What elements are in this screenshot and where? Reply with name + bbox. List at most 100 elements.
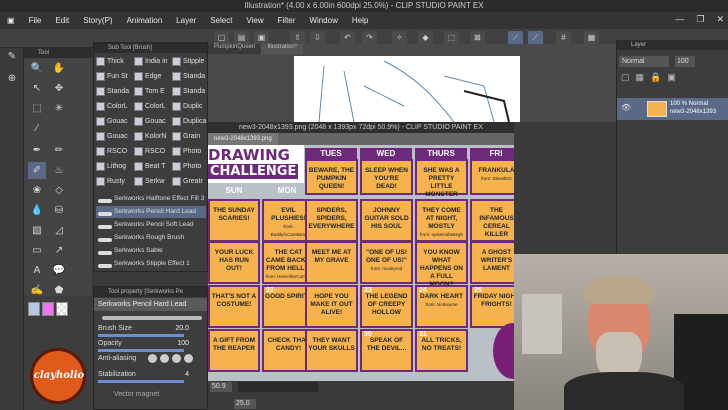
undo-icon[interactable]: ↶ [340, 31, 355, 45]
clear-icon[interactable]: ✧ [392, 31, 407, 45]
fill-icon[interactable]: ◆ [418, 31, 433, 45]
snap-special-icon[interactable]: ⟋ [528, 31, 543, 45]
brush-preset[interactable]: Duplica [172, 115, 206, 128]
reference-icon[interactable]: ▦ [636, 72, 645, 83]
layer-opacity[interactable]: 100 [675, 56, 695, 67]
new-file-icon[interactable]: ▢ [214, 31, 229, 45]
menu-filter[interactable]: Filter [271, 16, 303, 25]
brush-list-item[interactable]: Serkworks Pencil Hard Lead [96, 206, 206, 218]
ruler-tool-icon[interactable]: ↗ [50, 242, 68, 259]
open-icon[interactable]: ▤ [234, 31, 249, 45]
brush-list-item[interactable]: Serkworks Pencil Soft Lead [96, 219, 206, 231]
selection-icon[interactable]: ⬚ [28, 100, 46, 117]
brush-list-item[interactable]: Serkworks Halftone Effect Fill 3 [96, 193, 206, 205]
pen-tool-icon[interactable]: ✎ [3, 48, 21, 65]
lock-icon[interactable]: 🔒 [650, 72, 661, 83]
main-color-swatch[interactable] [28, 302, 40, 316]
brush-preset[interactable]: Photo [172, 160, 201, 173]
blend-icon[interactable]: 💧 [28, 202, 46, 219]
brush-preset[interactable]: Tom E [134, 85, 165, 98]
visibility-icon[interactable]: 👁 [621, 103, 631, 112]
opacity-slider[interactable] [98, 349, 184, 352]
menu-help[interactable]: Help [345, 16, 375, 25]
brush-list-item[interactable]: Serkworks Rough Brush [96, 232, 206, 244]
menu-window[interactable]: Window [302, 16, 344, 25]
transparent-swatch[interactable] [56, 302, 68, 316]
clip-icon[interactable]: ▢ [621, 72, 630, 83]
hand-icon[interactable]: ✋ [50, 60, 68, 77]
brush-preset[interactable]: Photo [172, 145, 201, 158]
brush-preset[interactable]: Fun St [96, 70, 128, 83]
menu-edit[interactable]: Edit [48, 16, 76, 25]
brush-preset[interactable]: Grain [172, 130, 200, 143]
menu-story[interactable]: Story(P) [76, 16, 119, 25]
tab-illustration[interactable]: Illustration* [261, 44, 304, 54]
gradient-icon[interactable]: ▧ [28, 222, 46, 239]
main-canvas-area[interactable]: PumpkinQueen Illustration* [208, 44, 616, 123]
airbrush-icon[interactable]: ♨ [50, 162, 68, 179]
brush-list-item[interactable]: Serkworks Stipple Effect 1 [96, 258, 206, 270]
close-icon[interactable]: ✕ [716, 14, 724, 25]
export-icon[interactable]: ⇪ [290, 31, 305, 45]
decoration-icon[interactable]: ❀ [28, 182, 46, 199]
stabilization-value[interactable]: 4 [185, 371, 189, 378]
balloon-icon[interactable]: 💬 [50, 262, 68, 279]
brush-preset[interactable]: KolorN [134, 130, 166, 143]
app-menu-icon[interactable]: ▣ [0, 16, 22, 25]
ruler-icon[interactable]: ▦ [584, 31, 599, 45]
auto-select-icon[interactable]: ✳ [50, 100, 68, 117]
brush-preset[interactable]: ColorL [96, 100, 128, 113]
menu-view[interactable]: View [239, 16, 270, 25]
menu-select[interactable]: Select [203, 16, 239, 25]
brush-preset[interactable]: RSCO [134, 145, 165, 158]
brush-preset[interactable]: Thick [96, 55, 124, 68]
menu-animation[interactable]: Animation [120, 16, 170, 25]
brush-preset[interactable]: Duplic [172, 100, 202, 113]
menu-file[interactable]: File [22, 16, 49, 25]
brush-preset[interactable]: Gouac [134, 115, 166, 128]
brush-preset[interactable]: Standa [96, 85, 129, 98]
zoom-value-1[interactable]: 50.9 [210, 382, 232, 392]
redo-icon[interactable]: ↷ [362, 31, 377, 45]
drawing-challenge-image[interactable]: DRAWING CHALLENGE SUNMONTUESWEDTHURSFRIS… [208, 145, 514, 381]
layer-row[interactable]: 👁 100 % Normal new3-2048x1393 [617, 98, 728, 120]
sub-color-swatch[interactable] [42, 302, 54, 316]
maximize-icon[interactable]: ❐ [696, 14, 704, 25]
opacity-value[interactable]: 100 [177, 340, 189, 347]
snap-ruler-icon[interactable]: ⟋ [508, 31, 523, 45]
move-icon[interactable]: ↖ [28, 80, 46, 97]
layer-tab[interactable]: Layer [617, 40, 728, 50]
brush-preset[interactable]: India in [134, 55, 168, 68]
brush-size-slider[interactable] [98, 334, 184, 337]
deselect-icon[interactable]: ⊠ [470, 31, 485, 45]
pen-icon[interactable]: ✒ [28, 142, 46, 159]
pencil-icon[interactable]: ✏ [50, 142, 68, 159]
eraser-icon[interactable]: ◇ [50, 182, 68, 199]
sketch-page[interactable] [294, 56, 520, 123]
brush-preset[interactable]: Standa [172, 85, 205, 98]
brush-preset[interactable]: Gouac [96, 130, 128, 143]
minimize-icon[interactable]: — [675, 14, 684, 25]
brush-list-item[interactable]: Serkworks Sable [96, 245, 206, 257]
text-icon[interactable]: A [28, 262, 46, 279]
brush-preset[interactable]: Gouac [96, 115, 128, 128]
zoom-value-2[interactable]: 25.0 [234, 399, 256, 409]
horizontal-scrollbar[interactable] [238, 382, 318, 392]
brush-preset[interactable]: Serkw [134, 175, 164, 188]
mask-icon[interactable]: ▣ [667, 72, 676, 83]
tab-pumpkinqueen[interactable]: PumpkinQueen [208, 44, 262, 54]
move-layer-icon[interactable]: ✥ [50, 80, 68, 97]
brush-preset[interactable]: Stipple [172, 55, 204, 68]
brush-icon[interactable]: ✐ [28, 162, 46, 179]
brush-preset[interactable]: Standa [172, 70, 205, 83]
second-window-tab[interactable]: new3-2048x1393.png [208, 133, 278, 145]
eyedropper-icon[interactable]: ⁄ [28, 120, 46, 137]
grid-icon[interactable]: # [556, 31, 571, 45]
transform-icon[interactable]: ⬚ [444, 31, 459, 45]
brush-preset[interactable]: ColorL [134, 100, 166, 113]
brush-preset[interactable]: Edge [134, 70, 161, 83]
fill-bucket-icon[interactable]: ⛁ [50, 202, 68, 219]
brush-size-value[interactable]: 20.0 [175, 325, 189, 332]
stabilization-slider[interactable] [98, 380, 184, 383]
menu-layer[interactable]: Layer [169, 16, 203, 25]
